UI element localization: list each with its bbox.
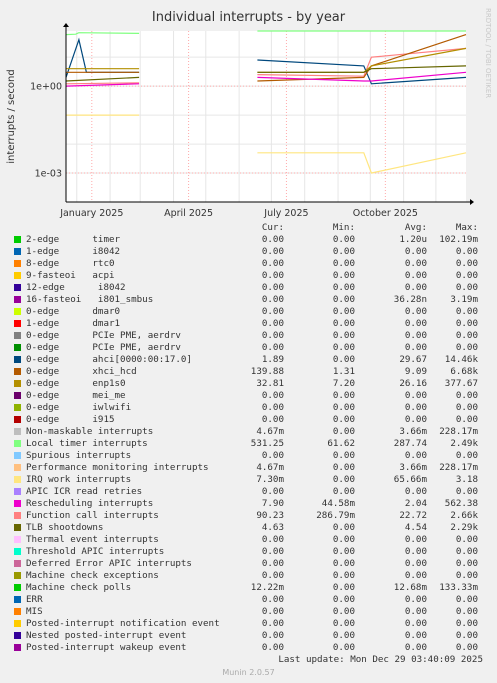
x-tick-label: October 2025 <box>353 208 418 219</box>
y-tick-label: 1e+00 <box>30 82 62 93</box>
last-update-text: Last update: Mon Dec 29 03:40:09 2025 <box>278 654 483 665</box>
x-tick-label: April 2025 <box>164 208 213 219</box>
x-axis-arrow <box>470 199 474 205</box>
y-axis-label: interrupts / second <box>6 69 17 163</box>
chart-plot: January 2025 April 2025 July 2025 October 2… <box>6 23 474 219</box>
x-tick-label: July 2025 <box>263 208 308 219</box>
plot-area <box>66 31 466 202</box>
y-tick-label: 1e-03 <box>35 169 62 180</box>
x-tick-label: January 2025 <box>59 208 123 219</box>
munin-footer: Munin 2.0.57 <box>222 668 275 677</box>
y-axis-arrow <box>63 23 69 27</box>
